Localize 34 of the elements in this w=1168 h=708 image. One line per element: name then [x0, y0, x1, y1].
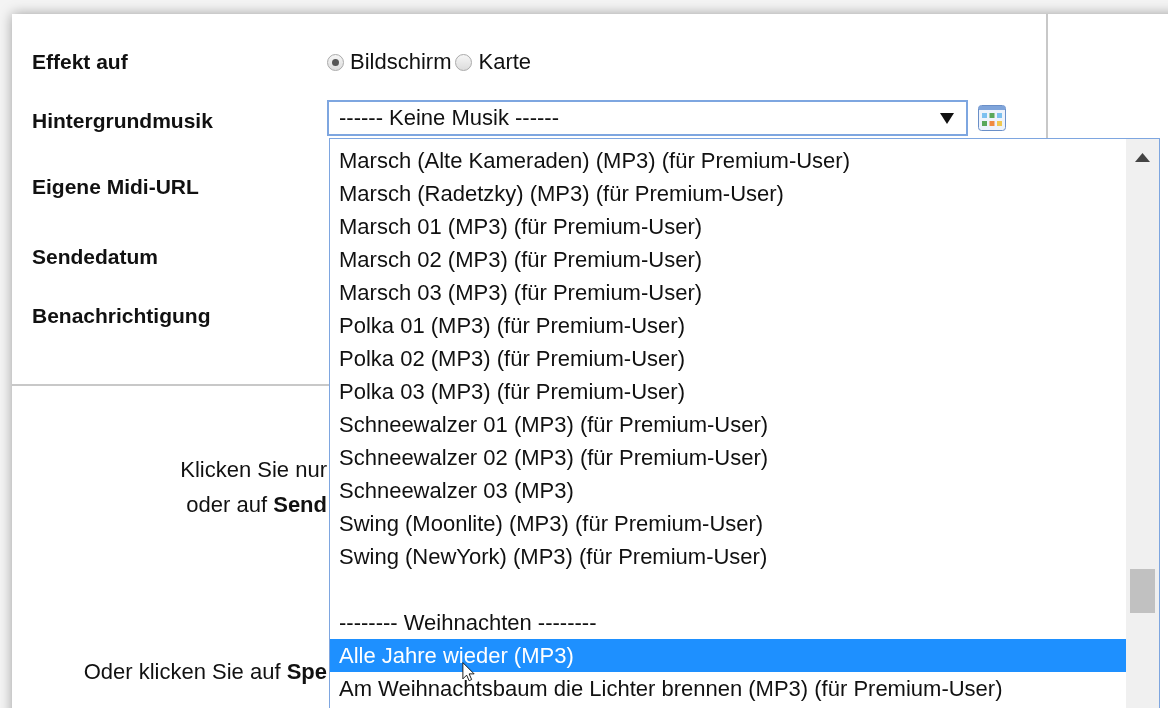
- radio-button[interactable]: [455, 53, 473, 71]
- dropdown-option[interactable]: Polka 01 (MP3) (für Premium-User): [330, 309, 1126, 342]
- dropdown-option[interactable]: Marsch 01 (MP3) (für Premium-User): [330, 210, 1126, 243]
- instruction-text: Oder klicken Sie auf Spe: [82, 658, 327, 686]
- form-label: Hintergrundmusik: [32, 108, 214, 134]
- dropdown-option[interactable]: Marsch 03 (MP3) (für Premium-User): [330, 276, 1126, 309]
- instruction-text: oder auf Send: [185, 491, 327, 519]
- dropdown-option[interactable]: Swing (Moonlite) (MP3) (für Premium-User): [330, 507, 1126, 540]
- dropdown-option[interactable]: Marsch (Radetzky) (MP3) (für Premium-User): [330, 177, 1126, 210]
- dropdown-option[interactable]: Schneewalzer 02 (MP3) (für Premium-User): [330, 441, 1126, 474]
- mouse-cursor-icon: [462, 662, 475, 682]
- scroll-up-icon[interactable]: [1135, 153, 1150, 162]
- dropdown-option[interactable]: Marsch (Alte Kameraden) (MP3) (für Premium-User): [330, 144, 1126, 177]
- dropdown-option[interactable]: Marsch 02 (MP3) (für Premium-User): [330, 243, 1126, 276]
- dropdown-option[interactable]: Polka 03 (MP3) (für Premium-User): [330, 375, 1126, 408]
- radio-button[interactable]: [327, 53, 344, 71]
- music-select[interactable]: ------ Keine Musik ------: [327, 100, 968, 136]
- radio-label[interactable]: Karte: [478, 49, 532, 75]
- dropdown-option[interactable]: Schneewalzer 01 (MP3) (für Premium-User): [330, 408, 1126, 441]
- instruction-text: Klicken Sie nur: [179, 456, 327, 484]
- form-label: Benachrichtigung: [32, 303, 212, 329]
- form-label: Effekt auf: [32, 49, 129, 75]
- scrollbar-thumb[interactable]: [1130, 569, 1155, 613]
- dropdown-option[interactable]: Schneewalzer 03 (MP3): [330, 474, 1126, 507]
- scrollbar[interactable]: [1126, 139, 1159, 708]
- caret-icon: [940, 112, 954, 124]
- option-group-header: -------- Weihnachten --------: [338, 609, 598, 637]
- grid-picker-icon[interactable]: [978, 105, 1006, 131]
- dropdown-option[interactable]: Polka 02 (MP3) (für Premium-User): [330, 342, 1126, 375]
- radio-label[interactable]: Bildschirm: [350, 49, 452, 75]
- form-label: Sendedatum: [32, 244, 160, 270]
- form-label: Eigene Midi-URL: [32, 174, 200, 200]
- dropdown-option[interactable]: Am Weihnachtsbaum die Lichter brennen (MP3) (für Premium-User): [330, 672, 1126, 705]
- dropdown-option[interactable]: Swing (NewYork) (MP3) (für Premium-User): [330, 540, 1126, 573]
